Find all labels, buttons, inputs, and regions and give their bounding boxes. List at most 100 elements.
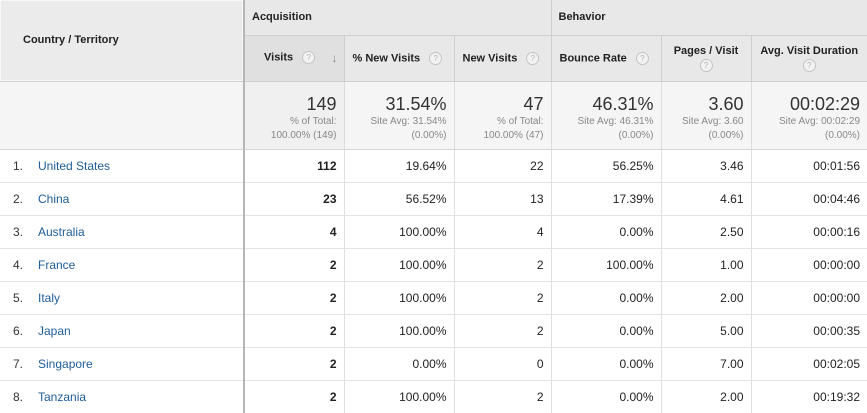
country-link[interactable]: Australia <box>38 225 85 239</box>
avg-visit-duration-column-header[interactable]: Avg. Visit Duration ? <box>751 35 867 81</box>
table-row: 1.United States 112 19.64% 22 56.25% 3.4… <box>0 149 867 182</box>
visits-cell: 4 <box>244 215 344 248</box>
new-visits-cell: 22 <box>454 149 551 182</box>
new-visits-cell: 2 <box>454 281 551 314</box>
table-row: 4.France 2 100.00% 2 100.00% 1.00 00:00:… <box>0 248 867 281</box>
new-visits-cell: 2 <box>454 380 551 413</box>
row-index: 5. <box>13 291 38 305</box>
country-link[interactable]: Tanzania <box>38 390 86 404</box>
pct-new-visits-cell: 0.00% <box>344 347 454 380</box>
avg-visit-duration-cell: 00:04:46 <box>751 182 867 215</box>
new-visits-cell: 4 <box>454 215 551 248</box>
pages-per-visit-total-detail: (0.00%) <box>662 130 744 142</box>
visits-cell: 2 <box>244 380 344 413</box>
visits-cell: 2 <box>244 347 344 380</box>
table-row: 8.Tanzania 2 100.00% 2 0.00% 2.00 00:19:… <box>0 380 867 413</box>
bounce-rate-total-value: 46.31% <box>552 94 654 114</box>
row-index: 7. <box>13 357 38 371</box>
table-row: 7.Singapore 2 0.00% 0 0.00% 7.00 00:02:0… <box>0 347 867 380</box>
pct-new-visits-total: 31.54% Site Avg: 31.54% (0.00%) <box>344 81 454 149</box>
pages-per-visit-cell: 2.00 <box>661 281 751 314</box>
pct-new-visits-header-label: % New Visits <box>353 52 421 64</box>
pct-new-visits-cell: 100.00% <box>344 281 454 314</box>
bounce-rate-cell: 100.00% <box>551 248 661 281</box>
pct-new-visits-column-header[interactable]: % New Visits ? <box>344 35 454 81</box>
avg-visit-duration-total-caption: Site Avg: 00:02:29 <box>752 116 861 128</box>
bounce-rate-cell: 17.39% <box>551 182 661 215</box>
row-index: 8. <box>13 390 38 404</box>
avg-visit-duration-cell: 00:19:32 <box>751 380 867 413</box>
visits-header-label: Visits <box>264 51 293 63</box>
country-cell: 4.France <box>0 248 244 281</box>
bounce-rate-total: 46.31% Site Avg: 46.31% (0.00%) <box>551 81 661 149</box>
visits-total-value: 149 <box>245 94 337 114</box>
country-link[interactable]: Singapore <box>38 357 93 371</box>
country-link[interactable]: France <box>38 258 75 272</box>
country-report-table: Country / Territory Acquisition Behavior… <box>0 0 867 413</box>
new-visits-total-detail: 100.00% (47) <box>455 130 544 142</box>
visits-cell: 112 <box>244 149 344 182</box>
row-index: 6. <box>13 324 38 338</box>
country-column-header[interactable]: Country / Territory <box>0 0 244 81</box>
country-cell: 3.Australia <box>0 215 244 248</box>
avg-visit-duration-total: 00:02:29 Site Avg: 00:02:29 (0.00%) <box>751 81 867 149</box>
avg-visit-duration-cell: 00:02:05 <box>751 347 867 380</box>
help-icon[interactable]: ? <box>302 51 315 64</box>
pages-per-visit-cell: 2.50 <box>661 215 751 248</box>
avg-visit-duration-total-detail: (0.00%) <box>752 130 861 142</box>
pct-new-visits-total-caption: Site Avg: 31.54% <box>345 116 447 128</box>
country-cell: 7.Singapore <box>0 347 244 380</box>
new-visits-total-value: 47 <box>455 94 544 114</box>
pct-new-visits-cell: 100.00% <box>344 380 454 413</box>
pages-per-visit-cell: 4.61 <box>661 182 751 215</box>
sort-descending-icon[interactable]: ↓ <box>332 51 338 65</box>
row-index: 4. <box>13 258 38 272</box>
avg-visit-duration-header-label: Avg. Visit Duration <box>752 45 867 57</box>
help-icon[interactable]: ? <box>636 52 649 65</box>
pages-per-visit-cell: 5.00 <box>661 314 751 347</box>
pages-per-visit-cell: 3.46 <box>661 149 751 182</box>
avg-visit-duration-cell: 00:00:00 <box>751 281 867 314</box>
pct-new-visits-cell: 100.00% <box>344 314 454 347</box>
bounce-rate-column-header[interactable]: Bounce Rate ? <box>551 35 661 81</box>
help-icon[interactable]: ? <box>429 52 442 65</box>
bounce-rate-cell: 56.25% <box>551 149 661 182</box>
behavior-group-header: Behavior <box>551 0 867 35</box>
country-cell: 1.United States <box>0 149 244 182</box>
visits-total-detail: 100.00% (149) <box>245 130 337 142</box>
help-icon[interactable]: ? <box>803 59 816 72</box>
pct-new-visits-cell: 56.52% <box>344 182 454 215</box>
bounce-rate-total-caption: Site Avg: 46.31% <box>552 116 654 128</box>
row-index: 1. <box>13 159 38 173</box>
country-link[interactable]: Japan <box>38 324 71 338</box>
new-visits-total: 47 % of Total: 100.00% (47) <box>454 81 551 149</box>
pages-per-visit-total-value: 3.60 <box>662 94 744 114</box>
avg-visit-duration-cell: 00:01:56 <box>751 149 867 182</box>
new-visits-column-header[interactable]: New Visits ? <box>454 35 551 81</box>
avg-visit-duration-cell: 00:00:00 <box>751 248 867 281</box>
visits-total: 149 % of Total: 100.00% (149) <box>244 81 344 149</box>
country-link[interactable]: United States <box>38 159 110 173</box>
bounce-rate-cell: 0.00% <box>551 380 661 413</box>
pct-new-visits-total-value: 31.54% <box>345 94 447 114</box>
bounce-rate-cell: 0.00% <box>551 281 661 314</box>
bounce-rate-total-detail: (0.00%) <box>552 130 654 142</box>
row-index: 3. <box>13 225 38 239</box>
pages-per-visit-column-header[interactable]: Pages / Visit ? <box>661 35 751 81</box>
country-link[interactable]: Italy <box>38 291 60 305</box>
pct-new-visits-cell: 100.00% <box>344 248 454 281</box>
pct-new-visits-cell: 100.00% <box>344 215 454 248</box>
pages-per-visit-cell: 2.00 <box>661 380 751 413</box>
help-icon[interactable]: ? <box>526 52 539 65</box>
country-cell: 2.China <box>0 182 244 215</box>
new-visits-cell: 2 <box>454 314 551 347</box>
new-visits-cell: 13 <box>454 182 551 215</box>
visits-cell: 2 <box>244 314 344 347</box>
country-link[interactable]: China <box>38 192 69 206</box>
visits-column-header[interactable]: Visits ? ↓ <box>244 35 344 81</box>
visits-cell: 23 <box>244 182 344 215</box>
data-rows: 1.United States 112 19.64% 22 56.25% 3.4… <box>0 149 867 413</box>
pct-new-visits-cell: 19.64% <box>344 149 454 182</box>
help-icon[interactable]: ? <box>700 59 713 72</box>
visits-total-caption: % of Total: <box>245 116 337 128</box>
